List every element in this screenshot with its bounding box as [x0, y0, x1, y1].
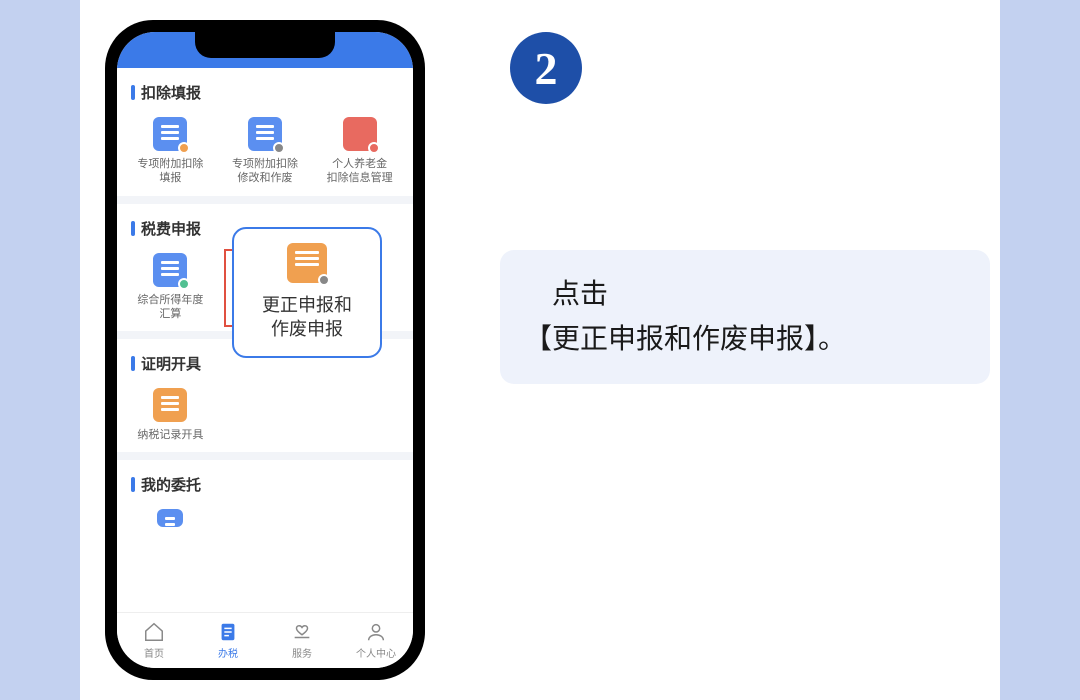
section-title-delegation: 我的委托 — [117, 460, 413, 503]
section-title-text: 证明开具 — [141, 353, 201, 374]
badge-dot-icon — [318, 274, 330, 286]
tab-home[interactable]: 首页 — [117, 613, 191, 668]
item-label: 修改和作废 — [238, 171, 293, 185]
item-label: 扣除信息管理 — [327, 171, 393, 185]
document-icon — [153, 117, 187, 151]
item-label: 填报 — [159, 171, 181, 185]
section-marker — [131, 356, 135, 371]
instruction-line2: 【更正申报和作废申报】。 — [524, 317, 966, 362]
badge-dot-icon — [178, 278, 190, 290]
section-marker — [131, 477, 135, 492]
section-title-text: 税费申报 — [141, 218, 201, 239]
section-title-text: 扣除填报 — [141, 82, 201, 103]
item-deduction-modify[interactable]: 专项附加扣除 修改和作废 — [218, 117, 313, 186]
item-label: 个人养老金 — [332, 157, 387, 171]
item-label: 汇算 — [159, 307, 181, 321]
phone-notch — [195, 32, 335, 58]
document-icon — [157, 509, 183, 527]
tab-tax[interactable]: 办税 — [191, 613, 265, 668]
section-title-deduction: 扣除填报 — [117, 68, 413, 111]
item-label: 纳税记录开具 — [137, 428, 203, 442]
tab-label: 办税 — [218, 645, 238, 660]
person-icon — [365, 621, 387, 643]
delegation-grid — [117, 503, 413, 543]
tab-label: 个人中心 — [356, 645, 396, 660]
empty-cell — [218, 509, 313, 533]
tab-profile[interactable]: 个人中心 — [339, 613, 413, 668]
callout-bubble: 更正申报和 作废申报 — [232, 227, 382, 358]
certificate-grid: 纳税记录开具 — [117, 382, 413, 452]
item-label: 专项附加扣除 — [137, 157, 203, 171]
page-stage: 扣除填报 专项附加扣除 填报 专项附加扣除 修改和作废 — [80, 0, 1000, 700]
instruction-box: 点击 【更正申报和作废申报】。 — [500, 250, 990, 384]
bubble-line1: 更正申报和 — [262, 293, 352, 317]
person-icon — [343, 117, 377, 151]
section-divider — [117, 452, 413, 460]
step-number-badge: 2 — [510, 32, 582, 104]
tab-bar: 首页 办税 服务 个人中心 — [117, 612, 413, 668]
item-pension[interactable]: 个人养老金 扣除信息管理 — [312, 117, 407, 186]
item-annual-settlement[interactable]: 综合所得年度 汇算 — [123, 253, 218, 322]
document-cancel-icon — [287, 243, 327, 283]
empty-cell — [312, 509, 407, 533]
item-label: 综合所得年度 — [137, 293, 203, 307]
document-icon — [217, 621, 239, 643]
empty-cell — [218, 388, 313, 442]
section-title-text: 我的委托 — [141, 474, 201, 495]
item-delegation[interactable] — [123, 509, 218, 533]
tab-label: 首页 — [144, 645, 164, 660]
instruction-line1: 点击 — [524, 272, 966, 317]
section-marker — [131, 85, 135, 100]
phone-screen: 扣除填报 专项附加扣除 填报 专项附加扣除 修改和作废 — [117, 32, 413, 668]
empty-cell — [312, 388, 407, 442]
badge-dot-icon — [368, 142, 380, 154]
deduction-grid: 专项附加扣除 填报 专项附加扣除 修改和作废 个人养老金 扣除信息管理 — [117, 111, 413, 196]
item-label: 专项附加扣除 — [232, 157, 298, 171]
badge-dot-icon — [273, 142, 285, 154]
document-icon — [153, 388, 187, 422]
heart-hands-icon — [291, 621, 313, 643]
item-tax-record[interactable]: 纳税记录开具 — [123, 388, 218, 442]
badge-dot-icon — [178, 142, 190, 154]
tab-label: 服务 — [292, 645, 312, 660]
document-icon — [153, 253, 187, 287]
step-number: 2 — [535, 42, 558, 95]
section-divider — [117, 196, 413, 204]
section-marker — [131, 221, 135, 236]
home-icon — [143, 621, 165, 643]
tab-service[interactable]: 服务 — [265, 613, 339, 668]
phone-frame: 扣除填报 专项附加扣除 填报 专项附加扣除 修改和作废 — [105, 20, 425, 680]
item-deduction-fill[interactable]: 专项附加扣除 填报 — [123, 117, 218, 186]
document-icon — [248, 117, 282, 151]
bubble-line2: 作废申报 — [271, 317, 343, 341]
